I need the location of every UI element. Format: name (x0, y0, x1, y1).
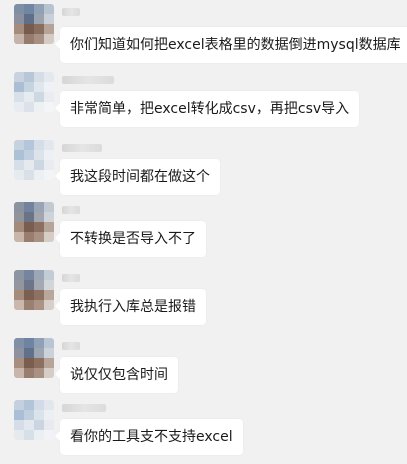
avatar[interactable] (14, 338, 54, 378)
chat-message: 看你的工具支不支持excel (0, 400, 407, 458)
sender-name-blurred (62, 342, 80, 350)
sender-name-blurred (62, 144, 102, 152)
message-text: 看你的工具支不支持excel (70, 429, 233, 445)
avatar[interactable] (14, 140, 54, 180)
avatar[interactable] (14, 202, 54, 242)
message-text: 我这段时间都在做这个 (70, 169, 210, 185)
chat-message-list: 你们知道如何把excel表格里的数据倒进mysql数据库 非常简单，把excel… (0, 0, 407, 464)
message-bubble[interactable]: 不转换是否导入不了 (55, 221, 206, 257)
avatar[interactable] (14, 400, 54, 440)
message-text: 说仅仅包含时间 (70, 367, 168, 383)
avatar[interactable] (14, 4, 54, 44)
message-bubble[interactable]: 你们知道如何把excel表格里的数据倒进mysql数据库 (55, 27, 407, 63)
sender-name-blurred (62, 404, 106, 412)
sender-name-blurred (62, 274, 80, 282)
chat-message: 你们知道如何把excel表格里的数据倒进mysql数据库 (0, 4, 407, 63)
sender-name-blurred (62, 76, 114, 84)
message-bubble[interactable]: 我这段时间都在做这个 (55, 159, 220, 195)
message-bubble[interactable]: 说仅仅包含时间 (55, 357, 178, 393)
message-bubble[interactable]: 看你的工具支不支持excel (55, 419, 243, 455)
message-bubble[interactable]: 我执行入库总是报错 (55, 289, 206, 325)
sender-name-blurred (62, 8, 80, 16)
chat-message: 说仅仅包含时间 (0, 338, 407, 396)
sender-name-blurred (62, 206, 80, 214)
chat-message: 不转换是否导入不了 (0, 202, 407, 260)
avatar[interactable] (14, 72, 54, 112)
chat-message: 我执行入库总是报错 (0, 270, 407, 328)
avatar[interactable] (14, 270, 54, 310)
message-text: 我执行入库总是报错 (70, 299, 196, 315)
chat-message: 非常简单，把excel转化成csv，再把csv导入 (0, 72, 407, 130)
chat-message: 我这段时间都在做这个 (0, 140, 407, 198)
message-text: 非常简单，把excel转化成csv，再把csv导入 (70, 101, 350, 117)
message-text: 你们知道如何把excel表格里的数据倒进mysql数据库 (70, 37, 401, 53)
message-bubble[interactable]: 非常简单，把excel转化成csv，再把csv导入 (54, 91, 360, 127)
message-text: 不转换是否导入不了 (70, 231, 196, 247)
